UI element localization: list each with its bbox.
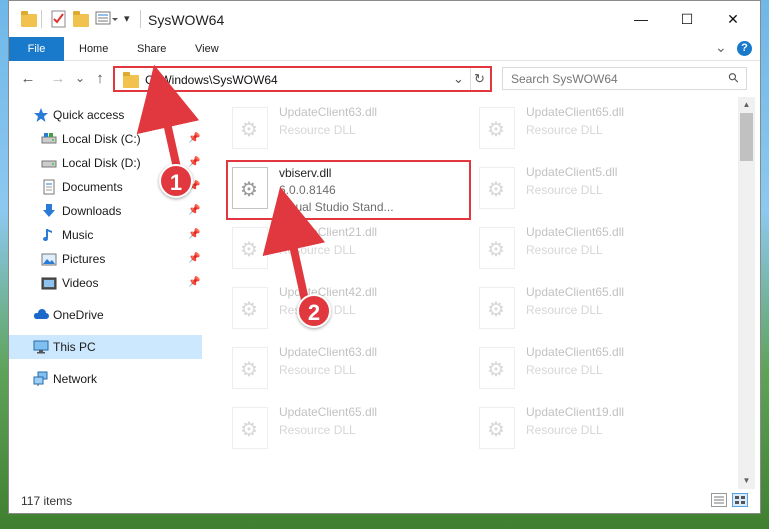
step-1-badge: 1 — [159, 164, 193, 198]
arrow-step-1 — [136, 64, 200, 172]
annotation-arrows — [136, 64, 326, 304]
step-2-badge: 2 — [297, 294, 331, 328]
arrow-step-2 — [262, 186, 326, 304]
